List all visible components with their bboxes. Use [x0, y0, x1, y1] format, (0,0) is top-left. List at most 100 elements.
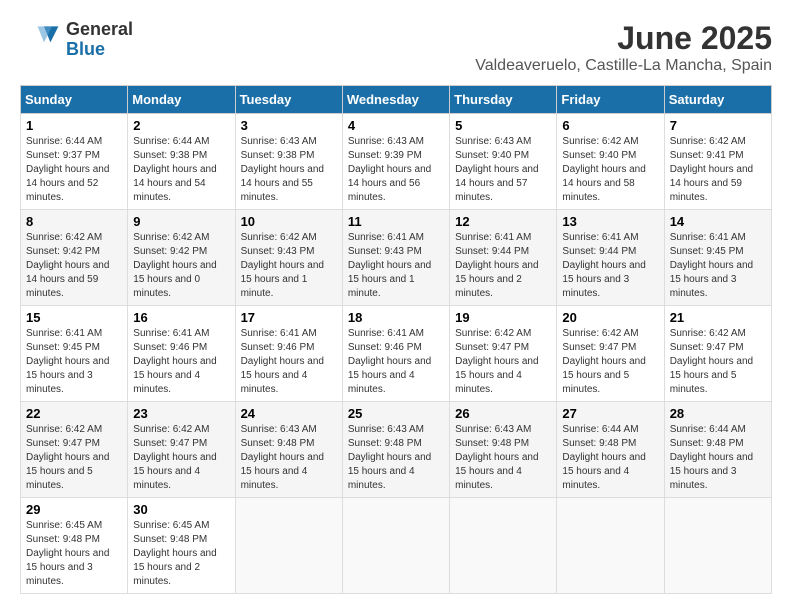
logo: General Blue [20, 20, 133, 60]
weekday-header: Tuesday [235, 86, 342, 114]
day-number: 17 [241, 310, 337, 325]
calendar-day-cell: 16 Sunrise: 6:41 AM Sunset: 9:46 PM Dayl… [128, 306, 235, 402]
day-number: 8 [26, 214, 122, 229]
day-info: Sunrise: 6:41 AM Sunset: 9:44 PM Dayligh… [455, 231, 551, 301]
calendar-day-cell: 1 Sunrise: 6:44 AM Sunset: 9:37 PM Dayli… [21, 114, 128, 210]
logo-general: General [66, 20, 133, 40]
calendar-day-cell: 5 Sunrise: 6:43 AM Sunset: 9:40 PM Dayli… [450, 114, 557, 210]
day-number: 18 [348, 310, 444, 325]
day-number: 29 [26, 502, 122, 517]
day-number: 21 [670, 310, 766, 325]
day-info: Sunrise: 6:44 AM Sunset: 9:48 PM Dayligh… [562, 423, 658, 493]
weekday-header: Thursday [450, 86, 557, 114]
calendar-day-cell: 14 Sunrise: 6:41 AM Sunset: 9:45 PM Dayl… [664, 210, 771, 306]
day-info: Sunrise: 6:42 AM Sunset: 9:41 PM Dayligh… [670, 135, 766, 205]
day-info: Sunrise: 6:41 AM Sunset: 9:46 PM Dayligh… [241, 327, 337, 397]
weekday-header: Saturday [664, 86, 771, 114]
day-number: 6 [562, 118, 658, 133]
calendar-day-cell [557, 498, 664, 594]
calendar-subtitle: Valdeaveruelo, Castille-La Mancha, Spain [475, 57, 772, 75]
calendar-day-cell [342, 498, 449, 594]
day-info: Sunrise: 6:43 AM Sunset: 9:48 PM Dayligh… [241, 423, 337, 493]
page-header: General Blue June 2025 Valdeaveruelo, Ca… [20, 20, 772, 75]
day-number: 25 [348, 406, 444, 421]
calendar-day-cell: 13 Sunrise: 6:41 AM Sunset: 9:44 PM Dayl… [557, 210, 664, 306]
calendar-day-cell: 19 Sunrise: 6:42 AM Sunset: 9:47 PM Dayl… [450, 306, 557, 402]
day-info: Sunrise: 6:44 AM Sunset: 9:48 PM Dayligh… [670, 423, 766, 493]
day-info: Sunrise: 6:42 AM Sunset: 9:47 PM Dayligh… [670, 327, 766, 397]
calendar-day-cell: 21 Sunrise: 6:42 AM Sunset: 9:47 PM Dayl… [664, 306, 771, 402]
day-info: Sunrise: 6:41 AM Sunset: 9:46 PM Dayligh… [133, 327, 229, 397]
weekday-header: Wednesday [342, 86, 449, 114]
day-number: 15 [26, 310, 122, 325]
day-number: 10 [241, 214, 337, 229]
weekday-header: Friday [557, 86, 664, 114]
day-number: 9 [133, 214, 229, 229]
day-number: 30 [133, 502, 229, 517]
day-info: Sunrise: 6:45 AM Sunset: 9:48 PM Dayligh… [133, 519, 229, 589]
day-info: Sunrise: 6:42 AM Sunset: 9:42 PM Dayligh… [133, 231, 229, 301]
day-info: Sunrise: 6:42 AM Sunset: 9:43 PM Dayligh… [241, 231, 337, 301]
day-number: 24 [241, 406, 337, 421]
calendar-day-cell: 12 Sunrise: 6:41 AM Sunset: 9:44 PM Dayl… [450, 210, 557, 306]
day-info: Sunrise: 6:43 AM Sunset: 9:48 PM Dayligh… [455, 423, 551, 493]
calendar-day-cell: 4 Sunrise: 6:43 AM Sunset: 9:39 PM Dayli… [342, 114, 449, 210]
calendar-day-cell: 30 Sunrise: 6:45 AM Sunset: 9:48 PM Dayl… [128, 498, 235, 594]
day-number: 13 [562, 214, 658, 229]
logo-blue: Blue [66, 40, 133, 60]
calendar-day-cell: 6 Sunrise: 6:42 AM Sunset: 9:40 PM Dayli… [557, 114, 664, 210]
day-number: 2 [133, 118, 229, 133]
day-number: 5 [455, 118, 551, 133]
day-info: Sunrise: 6:41 AM Sunset: 9:45 PM Dayligh… [26, 327, 122, 397]
day-number: 20 [562, 310, 658, 325]
day-info: Sunrise: 6:42 AM Sunset: 9:47 PM Dayligh… [133, 423, 229, 493]
day-number: 22 [26, 406, 122, 421]
calendar-day-cell: 7 Sunrise: 6:42 AM Sunset: 9:41 PM Dayli… [664, 114, 771, 210]
day-number: 1 [26, 118, 122, 133]
calendar-day-cell: 3 Sunrise: 6:43 AM Sunset: 9:38 PM Dayli… [235, 114, 342, 210]
day-info: Sunrise: 6:44 AM Sunset: 9:37 PM Dayligh… [26, 135, 122, 205]
day-info: Sunrise: 6:45 AM Sunset: 9:48 PM Dayligh… [26, 519, 122, 589]
title-area: June 2025 Valdeaveruelo, Castille-La Man… [475, 20, 772, 75]
calendar-table: SundayMondayTuesdayWednesdayThursdayFrid… [20, 85, 772, 594]
calendar-day-cell: 28 Sunrise: 6:44 AM Sunset: 9:48 PM Dayl… [664, 402, 771, 498]
day-number: 14 [670, 214, 766, 229]
calendar-day-cell: 15 Sunrise: 6:41 AM Sunset: 9:45 PM Dayl… [21, 306, 128, 402]
logo-icon [20, 20, 60, 60]
day-number: 4 [348, 118, 444, 133]
weekday-header-row: SundayMondayTuesdayWednesdayThursdayFrid… [21, 86, 772, 114]
calendar-day-cell [235, 498, 342, 594]
day-number: 19 [455, 310, 551, 325]
day-info: Sunrise: 6:42 AM Sunset: 9:47 PM Dayligh… [562, 327, 658, 397]
calendar-day-cell: 10 Sunrise: 6:42 AM Sunset: 9:43 PM Dayl… [235, 210, 342, 306]
day-number: 28 [670, 406, 766, 421]
calendar-day-cell: 2 Sunrise: 6:44 AM Sunset: 9:38 PM Dayli… [128, 114, 235, 210]
day-info: Sunrise: 6:42 AM Sunset: 9:42 PM Dayligh… [26, 231, 122, 301]
day-info: Sunrise: 6:42 AM Sunset: 9:40 PM Dayligh… [562, 135, 658, 205]
calendar-day-cell: 22 Sunrise: 6:42 AM Sunset: 9:47 PM Dayl… [21, 402, 128, 498]
calendar-day-cell: 8 Sunrise: 6:42 AM Sunset: 9:42 PM Dayli… [21, 210, 128, 306]
calendar-day-cell: 29 Sunrise: 6:45 AM Sunset: 9:48 PM Dayl… [21, 498, 128, 594]
day-info: Sunrise: 6:44 AM Sunset: 9:38 PM Dayligh… [133, 135, 229, 205]
day-info: Sunrise: 6:41 AM Sunset: 9:44 PM Dayligh… [562, 231, 658, 301]
calendar-day-cell: 18 Sunrise: 6:41 AM Sunset: 9:46 PM Dayl… [342, 306, 449, 402]
day-number: 3 [241, 118, 337, 133]
calendar-day-cell: 20 Sunrise: 6:42 AM Sunset: 9:47 PM Dayl… [557, 306, 664, 402]
day-info: Sunrise: 6:42 AM Sunset: 9:47 PM Dayligh… [455, 327, 551, 397]
calendar-week-row: 15 Sunrise: 6:41 AM Sunset: 9:45 PM Dayl… [21, 306, 772, 402]
calendar-day-cell: 25 Sunrise: 6:43 AM Sunset: 9:48 PM Dayl… [342, 402, 449, 498]
calendar-day-cell: 23 Sunrise: 6:42 AM Sunset: 9:47 PM Dayl… [128, 402, 235, 498]
calendar-day-cell: 17 Sunrise: 6:41 AM Sunset: 9:46 PM Dayl… [235, 306, 342, 402]
weekday-header: Sunday [21, 86, 128, 114]
day-number: 12 [455, 214, 551, 229]
day-number: 7 [670, 118, 766, 133]
day-info: Sunrise: 6:43 AM Sunset: 9:38 PM Dayligh… [241, 135, 337, 205]
calendar-day-cell: 26 Sunrise: 6:43 AM Sunset: 9:48 PM Dayl… [450, 402, 557, 498]
logo-text: General Blue [66, 20, 133, 60]
calendar-week-row: 22 Sunrise: 6:42 AM Sunset: 9:47 PM Dayl… [21, 402, 772, 498]
calendar-week-row: 29 Sunrise: 6:45 AM Sunset: 9:48 PM Dayl… [21, 498, 772, 594]
calendar-week-row: 1 Sunrise: 6:44 AM Sunset: 9:37 PM Dayli… [21, 114, 772, 210]
calendar-day-cell [664, 498, 771, 594]
calendar-day-cell: 11 Sunrise: 6:41 AM Sunset: 9:43 PM Dayl… [342, 210, 449, 306]
calendar-day-cell: 9 Sunrise: 6:42 AM Sunset: 9:42 PM Dayli… [128, 210, 235, 306]
